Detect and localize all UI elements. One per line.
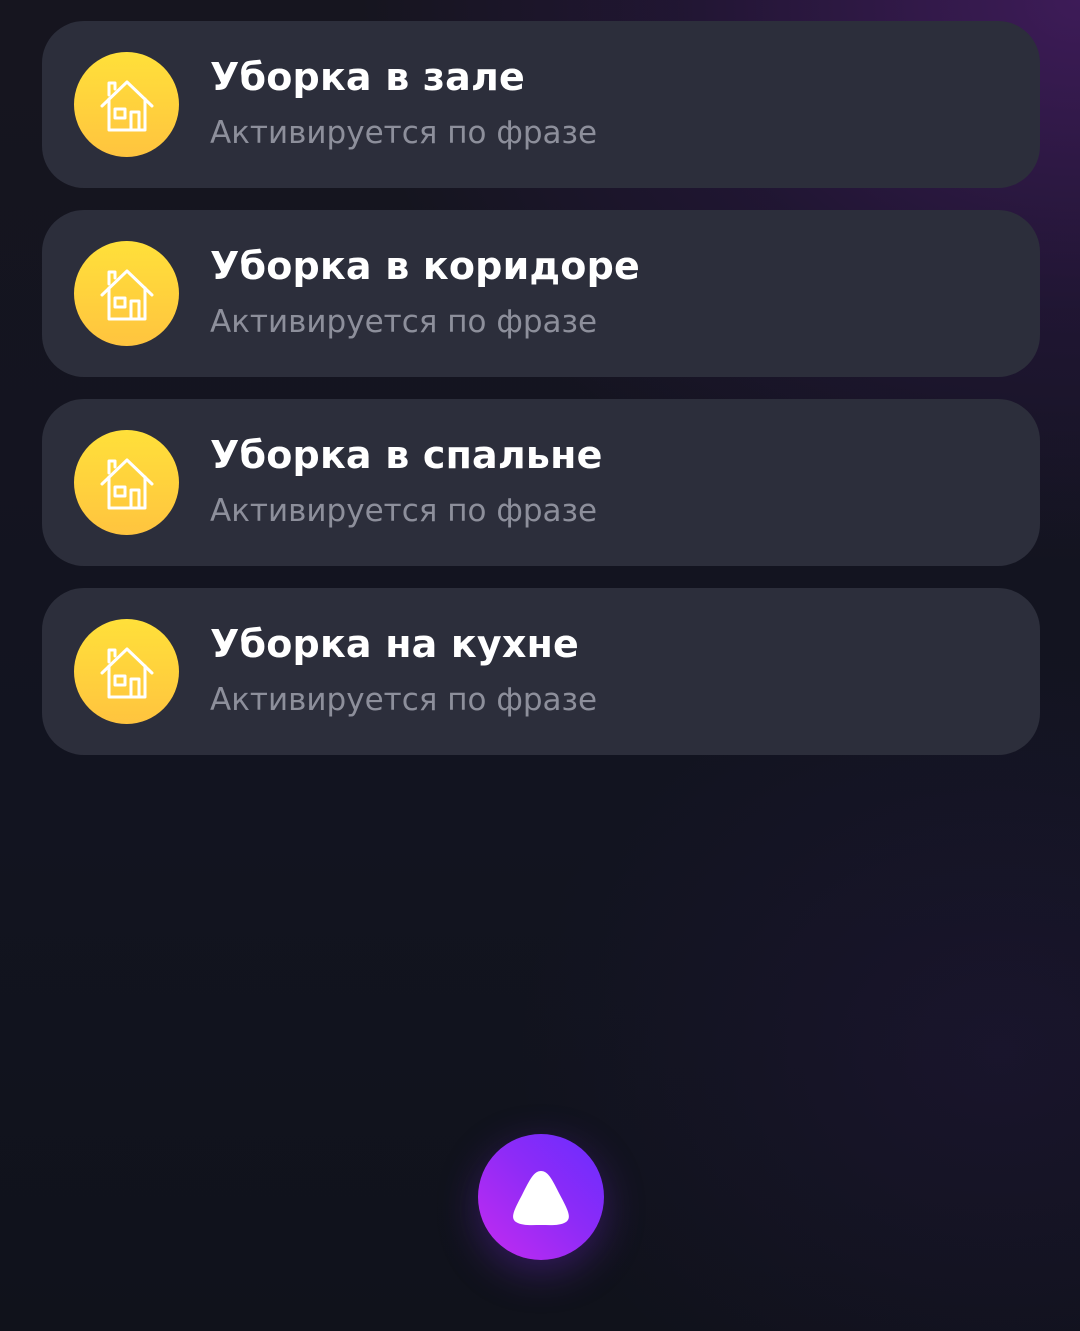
scenario-title: Уборка в коридоре [210, 244, 640, 288]
alice-assistant-button[interactable] [478, 1134, 604, 1260]
scenario-title: Уборка в зале [210, 55, 526, 99]
house-icon [74, 241, 179, 346]
alice-icon [513, 1171, 569, 1226]
scenario-title: Уборка на кухне [210, 622, 580, 666]
scenario-card[interactable]: Уборка на кухне Активируется по фразе [42, 588, 1040, 755]
scenario-subtitle: Активируется по фразе [210, 493, 598, 529]
scenario-subtitle: Активируется по фразе [210, 682, 598, 718]
house-icon [74, 52, 179, 157]
house-icon [74, 619, 179, 724]
scenario-card[interactable]: Уборка в зале Активируется по фразе [42, 21, 1040, 188]
scenario-title: Уборка в спальне [210, 433, 603, 477]
scenario-card[interactable]: Уборка в спальне Активируется по фразе [42, 399, 1040, 566]
scenario-card[interactable]: Уборка в коридоре Активируется по фразе [42, 210, 1040, 377]
scenario-subtitle: Активируется по фразе [210, 115, 598, 151]
scenario-subtitle: Активируется по фразе [210, 304, 598, 340]
scenario-list: Уборка в зале Активируется по фразе Убор… [42, 21, 1040, 777]
house-icon [74, 430, 179, 535]
